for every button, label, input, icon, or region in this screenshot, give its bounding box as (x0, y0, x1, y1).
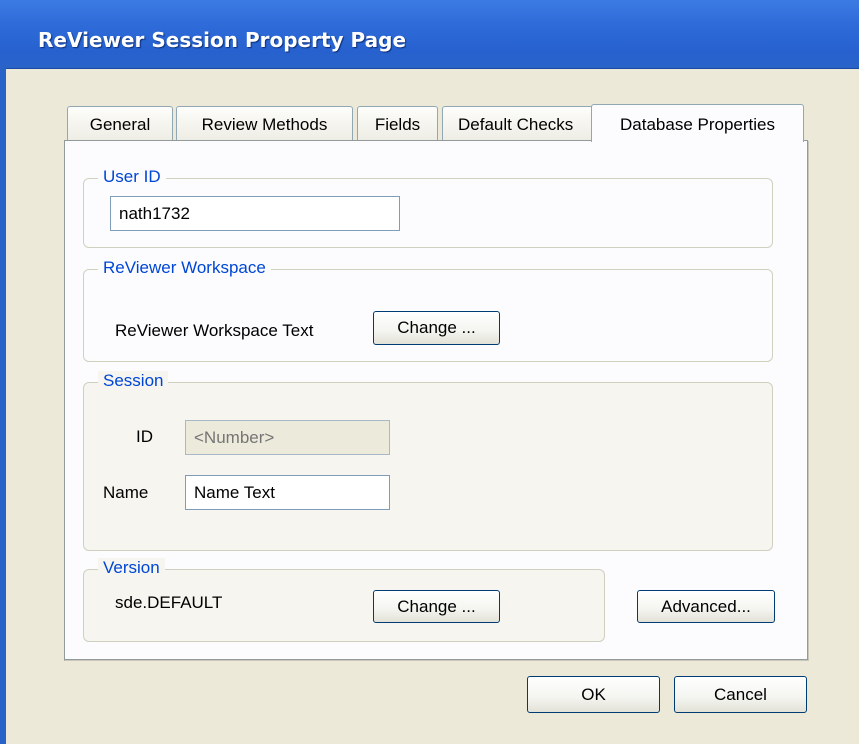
session-name-label: Name (103, 483, 149, 502)
tab-panel: User ID ReViewer Workspace ReViewer Work… (64, 140, 808, 660)
advanced-button[interactable]: Advanced... (637, 590, 775, 623)
version-legend: Version (98, 558, 165, 578)
tab-default-checks[interactable]: Default Checks (442, 106, 596, 140)
tab-database-properties[interactable]: Database Properties (591, 104, 804, 142)
tab-review-methods[interactable]: Review Methods (176, 106, 353, 140)
cancel-button[interactable]: Cancel (674, 676, 807, 713)
session-legend: Session (98, 371, 169, 391)
user-id-legend: User ID (98, 167, 166, 187)
version-value: sde.DEFAULT (115, 593, 223, 612)
session-id-label: ID (136, 427, 153, 446)
workspace-change-button[interactable]: Change ... (373, 311, 500, 345)
session-group: Session (83, 371, 773, 551)
session-id-field (185, 420, 390, 455)
window-title: ReViewer Session Property Page (38, 28, 407, 52)
workspace-label: ReViewer Workspace Text (115, 321, 314, 340)
title-bar[interactable]: ReViewer Session Property Page (0, 0, 859, 69)
ok-button[interactable]: OK (527, 676, 660, 713)
tab-fields[interactable]: Fields (357, 106, 438, 140)
version-change-button[interactable]: Change ... (373, 590, 500, 623)
property-dialog: ReViewer Session Property Page General R… (0, 0, 859, 744)
user-id-input[interactable] (110, 196, 400, 231)
workspace-legend: ReViewer Workspace (98, 258, 271, 278)
tab-general[interactable]: General (67, 106, 173, 140)
session-name-input[interactable] (185, 475, 390, 510)
window-border (0, 68, 6, 744)
